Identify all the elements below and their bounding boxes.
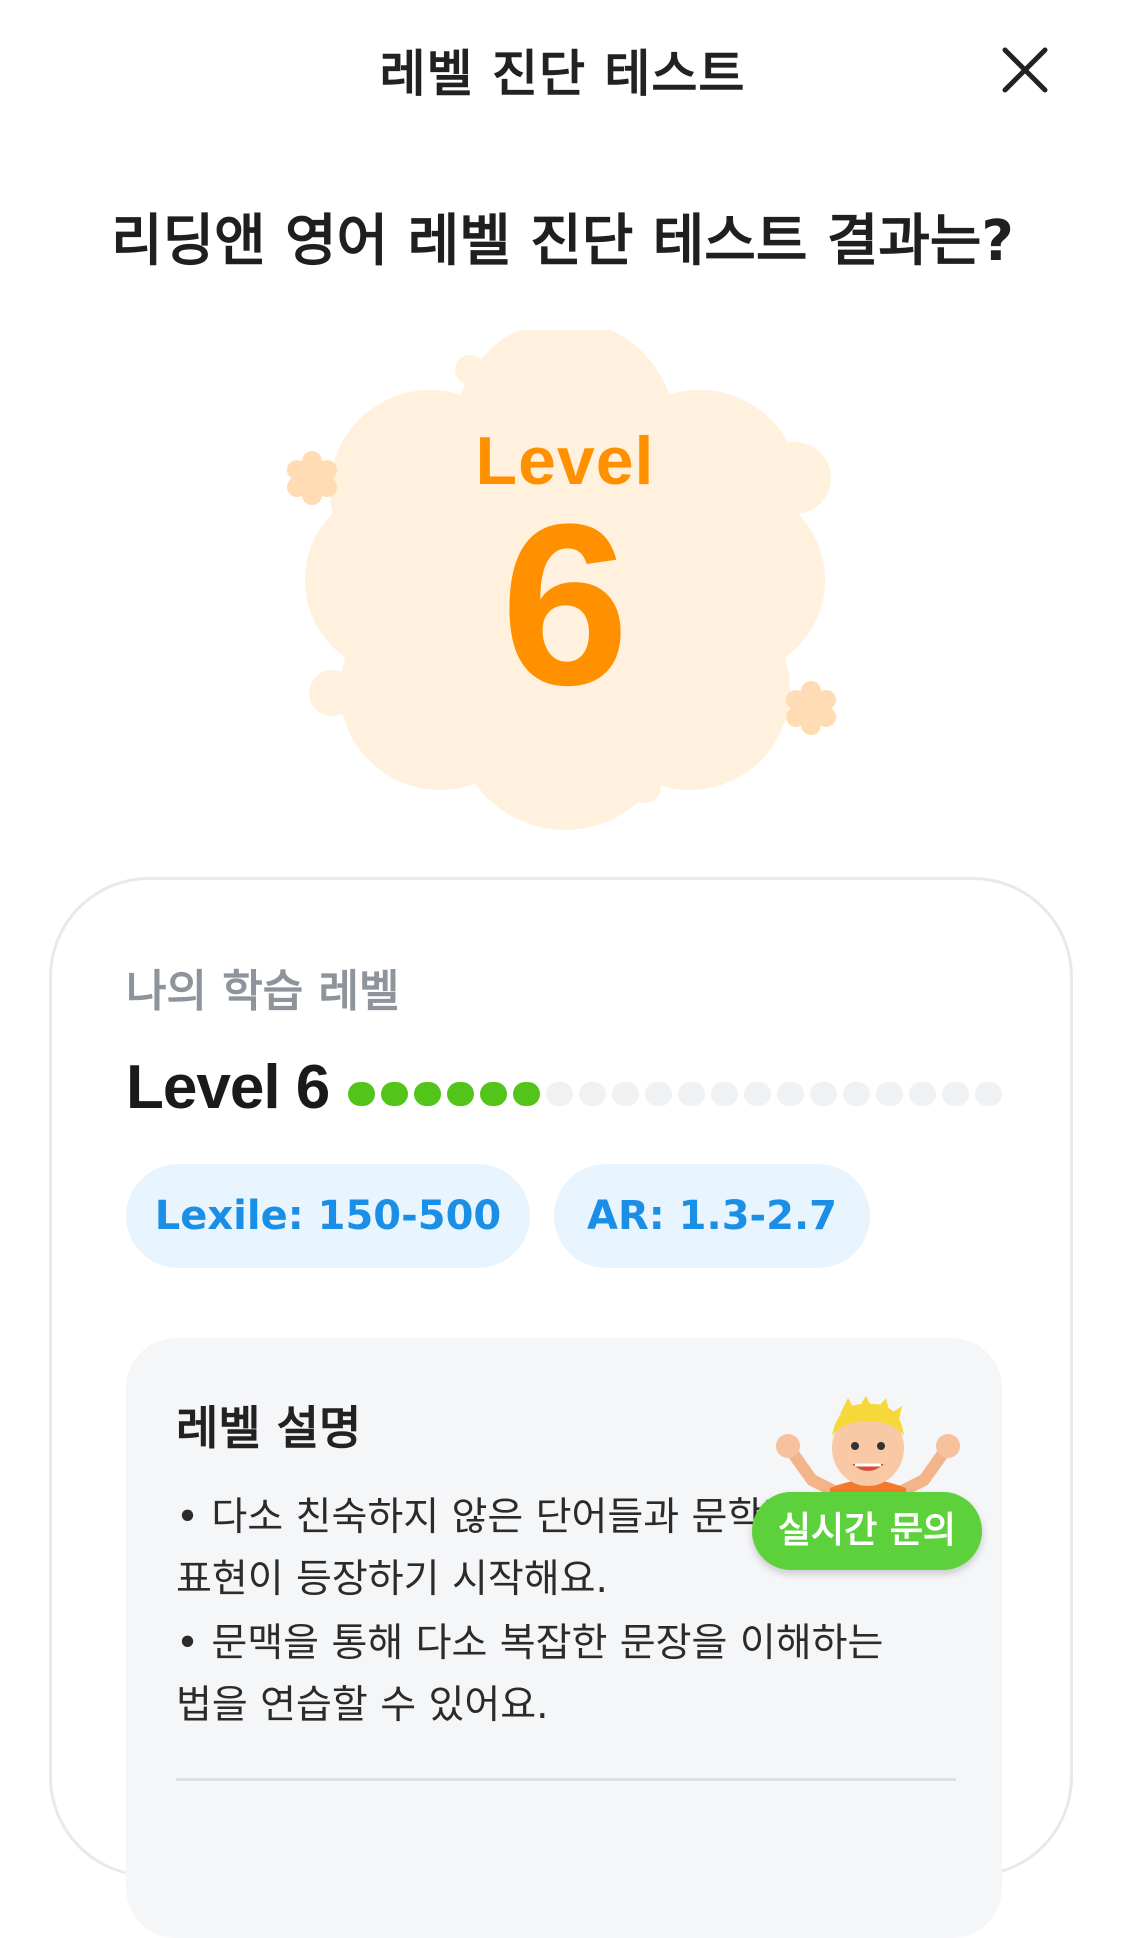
description-line: 표현이 등장하기 시작해요.	[176, 1557, 608, 1602]
progress-dot-empty	[711, 1082, 738, 1106]
mascot-icon	[776, 1396, 960, 1502]
progress-dot-empty	[777, 1082, 804, 1106]
description-line: 법을 연습할 수 있어요.	[176, 1683, 549, 1728]
progress-dot-empty	[579, 1082, 606, 1106]
progress-dot-empty	[546, 1082, 573, 1106]
description-line: • 다소 친숙하지 않은 단어들과 문학적	[176, 1495, 800, 1540]
progress-dot-filled	[480, 1082, 507, 1106]
progress-dot-filled	[513, 1082, 540, 1106]
level-text: Level 6	[126, 1053, 330, 1122]
live-chat-button[interactable]: 실시간 문의	[752, 1492, 982, 1570]
level-progress	[348, 1082, 1002, 1106]
close-button[interactable]	[995, 40, 1055, 100]
description-title: 레벨 설명	[176, 1401, 362, 1455]
ar-chip[interactable]: AR: 1.3-2.7	[554, 1164, 870, 1268]
progress-dot-filled	[381, 1082, 408, 1106]
header: 레벨 진단 테스트	[0, 0, 1125, 140]
progress-dot-empty	[909, 1082, 936, 1106]
progress-dot-empty	[612, 1082, 639, 1106]
close-icon	[1002, 47, 1048, 93]
level-badge: Level 6	[270, 330, 860, 830]
progress-dot-empty	[975, 1082, 1002, 1106]
progress-dot-empty	[876, 1082, 903, 1106]
progress-dot-filled	[348, 1082, 375, 1106]
divider	[176, 1778, 956, 1781]
progress-dot-empty	[744, 1082, 771, 1106]
result-title: 리딩앤 영어 레벨 진단 테스트 결과는?	[111, 209, 1014, 274]
progress-dot-empty	[645, 1082, 672, 1106]
progress-dot-empty	[942, 1082, 969, 1106]
progress-dot-filled	[414, 1082, 441, 1106]
result-card: 나의 학습 레벨 Level 6 Lexile: 150-500 AR: 1.3…	[49, 877, 1073, 1938]
my-level-label: 나의 학습 레벨	[126, 966, 400, 1017]
description-line: • 문맥을 통해 다소 복잡한 문장을 이해하는	[176, 1621, 884, 1666]
page-title: 레벨 진단 테스트	[379, 45, 746, 103]
progress-dot-empty	[678, 1082, 705, 1106]
progress-dot-empty	[843, 1082, 870, 1106]
live-chat-widget[interactable]: 실시간 문의	[752, 1392, 984, 1570]
badge-level-number: 6	[501, 476, 629, 733]
progress-dot-empty	[810, 1082, 837, 1106]
lexile-chip[interactable]: Lexile: 150-500	[126, 1164, 530, 1268]
progress-dot-filled	[447, 1082, 474, 1106]
